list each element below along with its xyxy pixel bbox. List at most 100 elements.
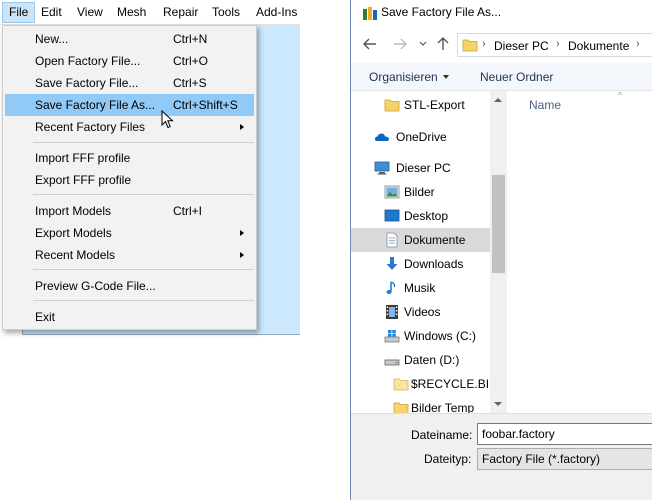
column-header-name[interactable]: Name <box>529 98 561 112</box>
nav-item-label: STL-Export <box>404 98 465 112</box>
menu-item-exit[interactable]: Exit <box>5 306 254 328</box>
menu-item-label: Recent Models <box>35 248 116 262</box>
save-file-dialog: Save Factory File As... › Dieser PC › Do… <box>350 0 652 500</box>
menu-item-shortcut: Ctrl+S <box>173 76 207 90</box>
navigation-pane: STL-Export OneDrive Dieser PC Bilder Des… <box>351 91 507 413</box>
menu-item-label: Export Models <box>35 226 112 240</box>
address-bar[interactable]: › Dieser PC › Dokumente › <box>457 33 652 57</box>
submenu-arrow-icon <box>240 230 244 236</box>
scroll-down-arrow-icon[interactable] <box>494 402 502 406</box>
menu-item-import-fff-profile[interactable]: Import FFF profile <box>5 147 254 169</box>
nav-item-onedrive[interactable]: OneDrive <box>351 125 490 149</box>
nav-item-windows-c[interactable]: Windows (C:) <box>351 324 490 348</box>
downloads-icon <box>386 257 398 270</box>
address-row: › Dieser PC › Dokumente › <box>351 30 652 60</box>
filename-input[interactable] <box>477 423 652 445</box>
menu-item-new[interactable]: New... Ctrl+N <box>5 28 254 50</box>
menu-item-label: Preview G-Code File... <box>35 279 156 293</box>
new-folder-button[interactable]: Neuer Ordner <box>480 70 553 84</box>
menu-item-recent-factory-files[interactable]: Recent Factory Files <box>5 116 254 138</box>
breadcrumb-separator-icon: › <box>636 38 640 50</box>
menu-item-export-fff-profile[interactable]: Export FFF profile <box>5 169 254 191</box>
desktop-icon <box>384 209 400 222</box>
organize-dropdown-chevron-icon[interactable] <box>443 75 449 79</box>
nav-item-recycle-bin[interactable]: $RECYCLE.BIN <box>351 372 498 396</box>
menu-item-label: Export FFF profile <box>35 173 132 187</box>
nav-item-label: Windows (C:) <box>404 329 477 343</box>
nav-item-label: Videos <box>404 305 441 319</box>
nav-item-label: Musik <box>404 281 436 295</box>
nav-item-label: Daten (D:) <box>404 353 460 367</box>
menu-bar: File Edit View Mesh Repair Tools Add-Ins <box>0 0 300 25</box>
nav-item-dieser-pc[interactable]: Dieser PC <box>351 156 490 180</box>
mouse-cursor-icon <box>161 110 174 129</box>
nav-item-downloads[interactable]: Downloads <box>351 252 490 276</box>
menu-view[interactable]: View <box>71 2 109 23</box>
application-window: File Edit View Mesh Repair Tools Add-Ins… <box>0 0 300 500</box>
scrollbar-thumb[interactable] <box>492 175 505 273</box>
nav-item-label: OneDrive <box>396 130 447 144</box>
forward-arrow-icon[interactable] <box>393 38 407 50</box>
nav-item-daten-d[interactable]: Daten (D:) <box>351 348 490 372</box>
videos-icon <box>386 305 398 319</box>
folder-icon <box>462 39 478 52</box>
menu-item-import-models[interactable]: Import Models Ctrl+I <box>5 200 254 222</box>
submenu-arrow-icon <box>240 252 244 258</box>
nav-item-videos[interactable]: Videos <box>351 300 490 324</box>
menu-item-shortcut: Ctrl+O <box>173 54 209 68</box>
nav-item-stl-export[interactable]: STL-Export <box>351 93 490 117</box>
file-list-pane[interactable]: ^ Name <box>507 91 652 413</box>
menu-item-recent-models[interactable]: Recent Models <box>5 244 254 266</box>
menu-separator <box>33 300 254 301</box>
recent-locations-chevron-icon[interactable] <box>419 41 427 47</box>
sort-chevron-icon: ^ <box>618 91 622 100</box>
menu-separator <box>33 194 254 195</box>
nav-item-bilder[interactable]: Bilder <box>351 180 490 204</box>
menu-item-open-factory-file[interactable]: Open Factory File... Ctrl+O <box>5 50 254 72</box>
nav-item-label: Bilder <box>404 185 435 199</box>
nav-item-label: Dieser PC <box>396 161 451 175</box>
menu-item-label: Exit <box>35 310 56 324</box>
menu-tools[interactable]: Tools <box>206 2 246 23</box>
up-arrow-icon[interactable] <box>437 37 449 51</box>
windows-drive-icon <box>384 330 400 343</box>
menu-mesh[interactable]: Mesh <box>111 2 152 23</box>
folder-icon <box>393 378 409 391</box>
nav-item-bilder-temp[interactable]: Bilder Temp <box>351 396 490 413</box>
menu-add-ins[interactable]: Add-Ins <box>250 2 300 23</box>
menu-item-shortcut: Ctrl+N <box>173 32 208 46</box>
menu-file[interactable]: File <box>2 2 36 23</box>
menu-item-save-factory-file[interactable]: Save Factory File... Ctrl+S <box>5 72 254 94</box>
navigation-scrollbar[interactable] <box>490 91 507 413</box>
menu-item-export-models[interactable]: Export Models <box>5 222 254 244</box>
breadcrumb-dieser-pc[interactable]: Dieser PC <box>494 39 549 53</box>
menu-item-label: Save Factory File As... <box>35 98 156 112</box>
breadcrumb-dokumente[interactable]: Dokumente <box>568 39 629 53</box>
command-bar: Organisieren Neuer Ordner <box>351 63 652 91</box>
organize-button[interactable]: Organisieren <box>369 70 438 84</box>
app-icon <box>363 7 377 20</box>
menu-separator <box>33 269 254 270</box>
breadcrumb-separator-icon: › <box>482 38 486 50</box>
folder-icon <box>384 99 400 112</box>
back-arrow-icon[interactable] <box>363 38 377 50</box>
nav-item-musik[interactable]: Musik <box>351 276 490 300</box>
nav-item-dokumente[interactable]: Dokumente <box>351 228 490 252</box>
dialog-titlebar[interactable]: Save Factory File As... <box>351 0 652 30</box>
nav-item-label: Dokumente <box>404 233 466 247</box>
file-menu-dropdown: New... Ctrl+N Open Factory File... Ctrl+… <box>2 25 257 330</box>
dialog-title: Save Factory File As... <box>381 5 502 19</box>
menu-item-shortcut: Ctrl+I <box>173 204 203 218</box>
menu-item-shortcut: Ctrl+Shift+S <box>173 98 238 112</box>
desktop-gap <box>300 0 350 500</box>
dialog-bottom-panel: Dateiname: Dateityp: Factory File (*.fac… <box>351 413 652 500</box>
scroll-up-arrow-icon[interactable] <box>494 98 502 102</box>
menu-item-save-factory-file-as[interactable]: Save Factory File As... Ctrl+Shift+S <box>5 94 254 116</box>
menu-repair[interactable]: Repair <box>157 2 204 23</box>
submenu-arrow-icon <box>240 124 244 130</box>
nav-item-desktop[interactable]: Desktop <box>351 204 490 228</box>
menu-edit[interactable]: Edit <box>35 2 68 23</box>
menu-item-preview-gcode-file[interactable]: Preview G-Code File... <box>5 275 254 297</box>
menu-item-label: Save Factory File... <box>35 76 139 90</box>
filetype-select[interactable]: Factory File (*.factory) <box>477 448 652 470</box>
